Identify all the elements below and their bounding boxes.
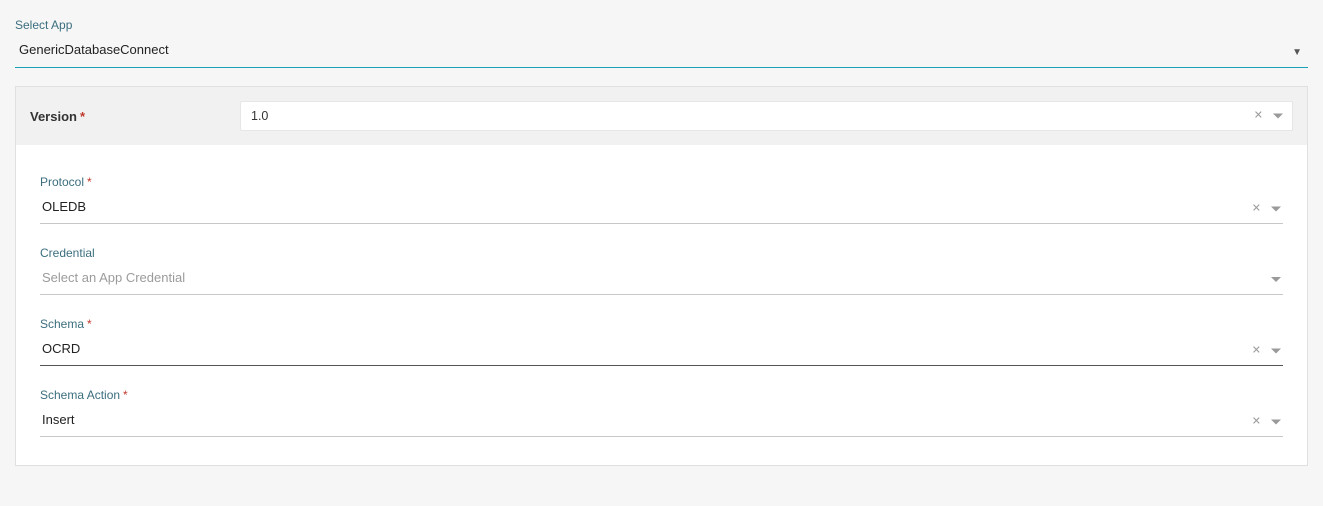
config-panel: Version* ✕ Protocol* OLEDB ✕ [15,86,1308,466]
chevron-down-icon[interactable] [1273,113,1283,119]
required-asterisk: * [123,388,128,402]
schema-action-value: Insert [42,412,75,427]
chevron-down-icon[interactable] [1271,277,1281,283]
version-controls: ✕ [1254,111,1283,122]
schema-action-field: Schema Action* Insert ✕ [40,388,1283,437]
select-app-label: Select App [15,18,1308,32]
schema-controls: ✕ [1252,346,1281,357]
protocol-controls: ✕ [1252,204,1281,215]
credential-select[interactable]: Select an App Credential [40,266,1283,295]
schema-action-select[interactable]: Insert ✕ [40,408,1283,437]
clear-icon[interactable]: ✕ [1254,111,1263,122]
clear-icon[interactable]: ✕ [1252,204,1261,215]
schema-action-label: Schema Action* [40,388,1283,402]
credential-placeholder: Select an App Credential [42,270,185,285]
credential-label: Credential [40,246,1283,260]
protocol-select[interactable]: OLEDB ✕ [40,195,1283,224]
version-select[interactable] [240,101,1293,131]
schema-field: Schema* OCRD ✕ [40,317,1283,366]
clear-icon[interactable]: ✕ [1252,346,1261,357]
schema-value: OCRD [42,341,80,356]
required-asterisk: * [80,109,85,124]
version-row: Version* ✕ [16,87,1307,145]
protocol-label: Protocol* [40,175,1283,189]
schema-label: Schema* [40,317,1283,331]
schema-select[interactable]: OCRD ✕ [40,337,1283,366]
panel-body: Protocol* OLEDB ✕ Credential Select an A… [16,145,1307,465]
chevron-down-icon[interactable] [1271,206,1281,212]
chevron-down-icon[interactable] [1271,348,1281,354]
required-asterisk: * [87,317,92,331]
protocol-value: OLEDB [42,199,86,214]
select-app-field: Select App GenericDatabaseConnect ▼ [15,18,1308,68]
credential-field: Credential Select an App Credential [40,246,1283,295]
protocol-field: Protocol* OLEDB ✕ [40,175,1283,224]
clear-icon[interactable]: ✕ [1252,417,1261,428]
select-app-value: GenericDatabaseConnect [19,42,169,57]
select-app-dropdown[interactable]: GenericDatabaseConnect [15,38,1308,68]
schema-action-controls: ✕ [1252,417,1281,428]
credential-controls [1271,277,1281,283]
version-label: Version* [30,109,240,124]
chevron-down-icon[interactable] [1271,419,1281,425]
required-asterisk: * [87,175,92,189]
